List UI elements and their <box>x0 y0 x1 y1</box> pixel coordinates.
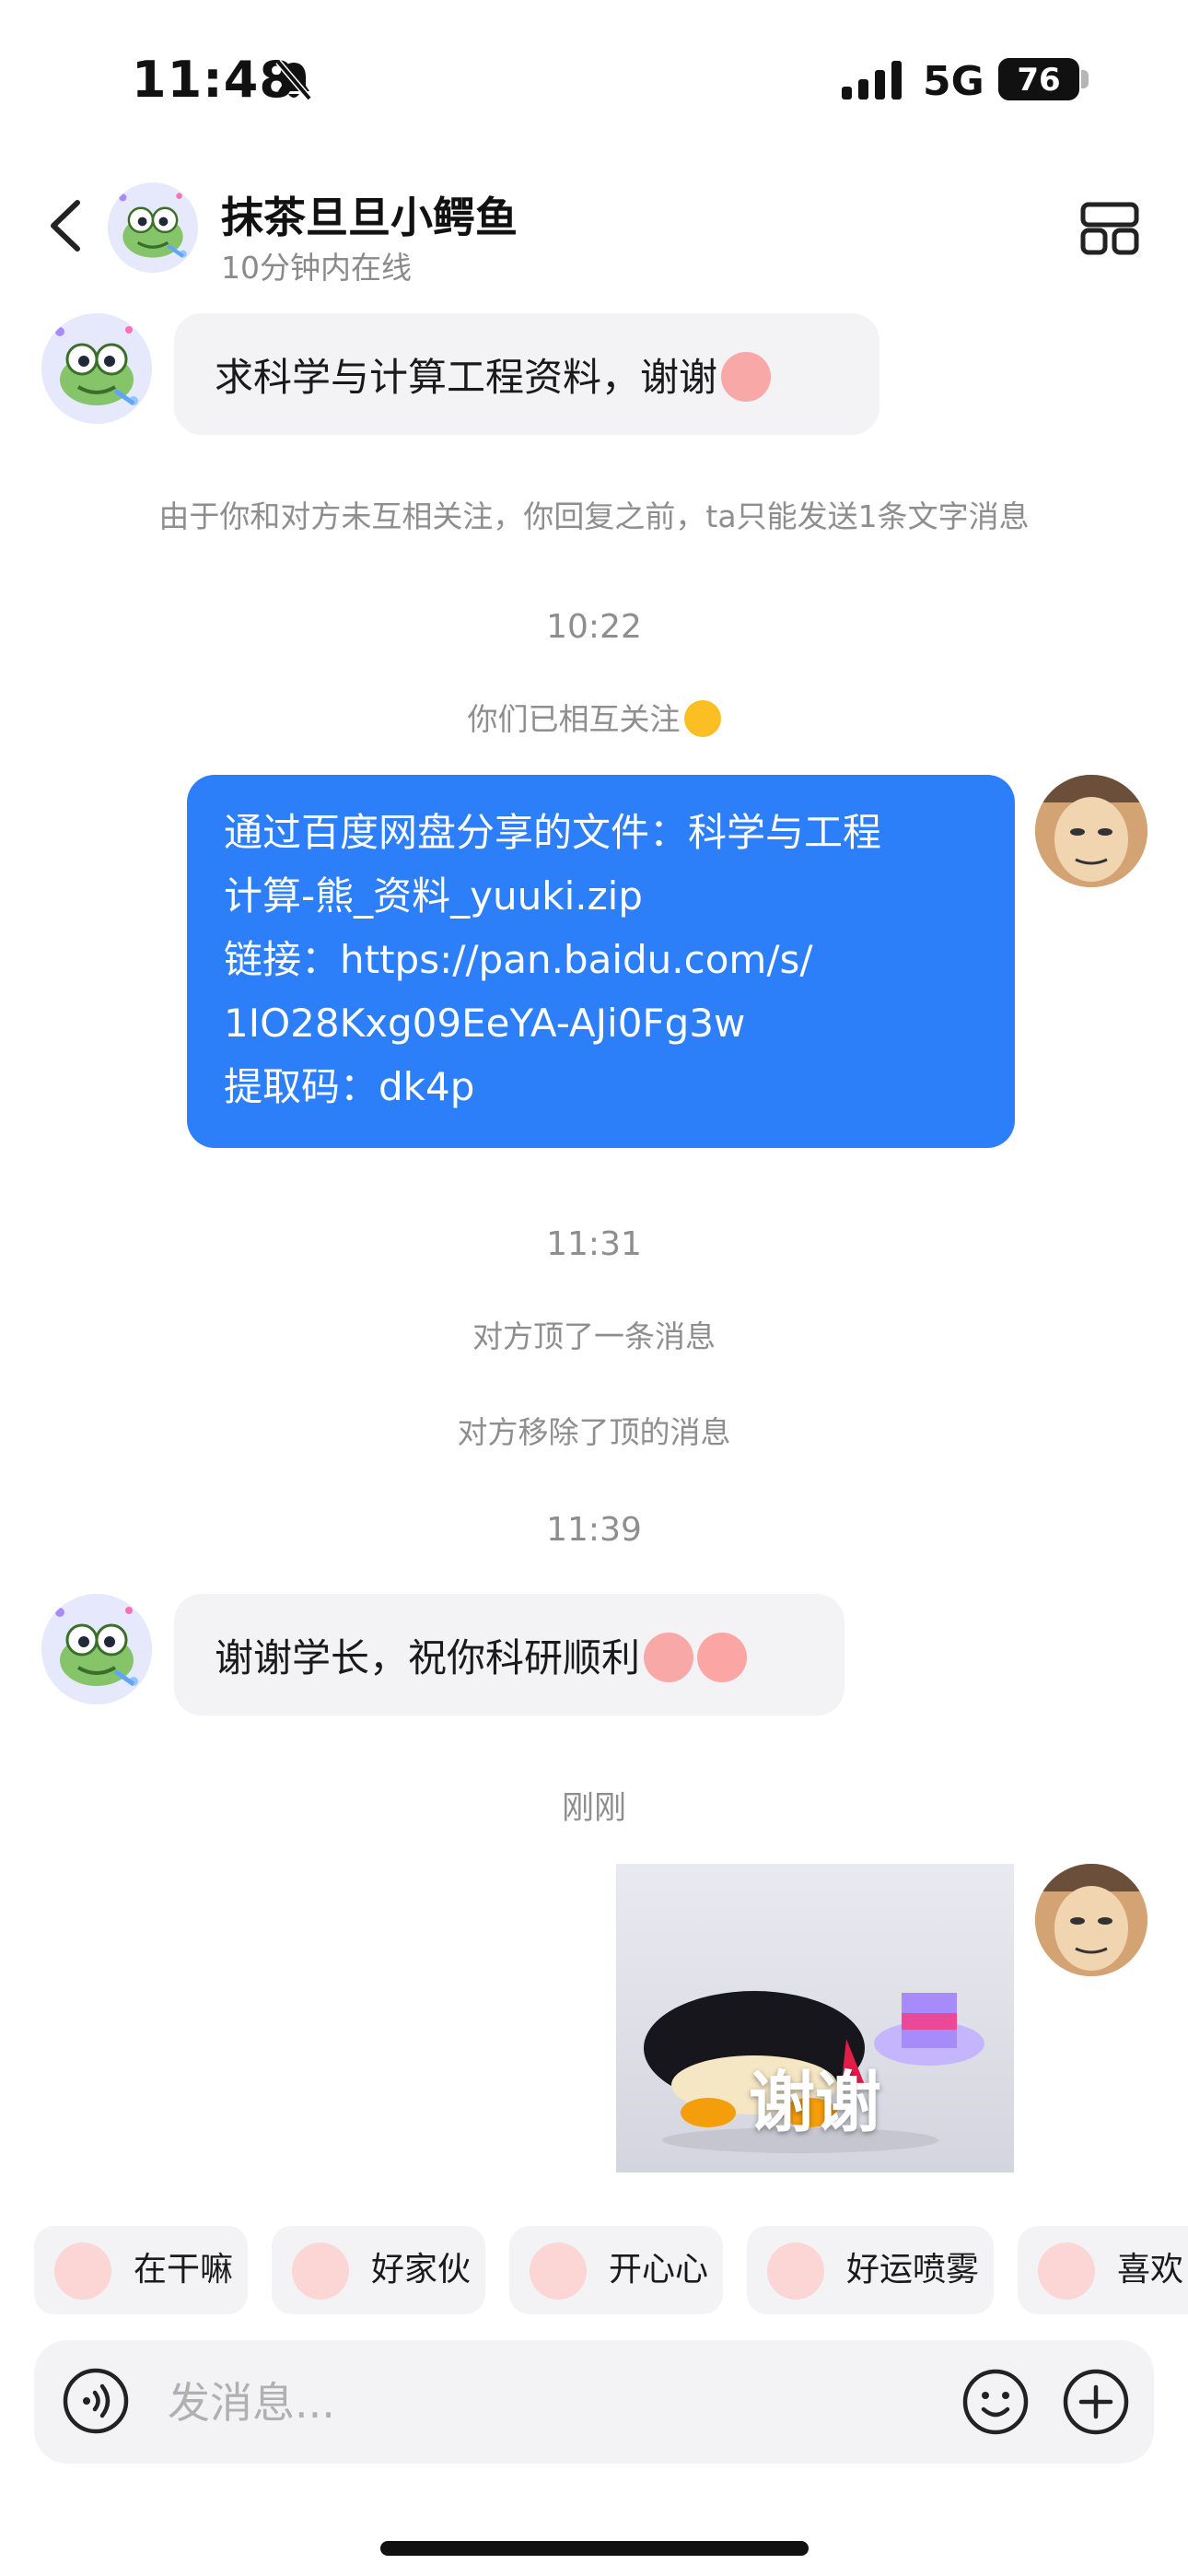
quick-reply-chip[interactable]: 喜欢 <box>1018 2226 1188 2314</box>
sticker-emoji-icon <box>54 2242 111 2300</box>
back-button[interactable] <box>37 193 92 258</box>
message-timestamp: 10:22 <box>546 608 642 646</box>
message-timestamp: 11:39 <box>546 1511 642 1549</box>
quick-reply-label: 喜欢 <box>1117 2251 1184 2289</box>
message-bubble-outgoing[interactable]: 通过百度网盘分享的文件：科学与工程 计算-熊_资料_yuuki.zip 链接：h… <box>187 775 1015 1148</box>
quick-reply-label: 在干嘛 <box>134 2251 234 2289</box>
share-text-line: 计算-熊_资料_yuuki.zip <box>224 873 643 919</box>
quick-reply-label: 开心心 <box>609 2251 709 2289</box>
battery-cap <box>1081 70 1089 88</box>
message-bubble-incoming[interactable]: 求科学与计算工程资料，谢谢 <box>174 313 879 435</box>
sticker-emoji-icon <box>721 352 772 402</box>
sticker-emoji-icon <box>530 2242 587 2300</box>
network-type: 5G <box>923 58 984 105</box>
message-timestamp: 刚刚 <box>561 1790 626 1827</box>
message-text: 谢谢学长，祝你科研顺利 <box>215 1635 641 1680</box>
battery-icon: 76 <box>998 58 1079 100</box>
status-time: 11:48 <box>132 51 295 109</box>
system-notice: 你们已相互关注 <box>0 695 1188 739</box>
home-indicator[interactable] <box>380 2541 809 2556</box>
contact-name[interactable]: 抹茶旦旦小鳄鱼 <box>221 184 518 245</box>
add-icon[interactable] <box>1061 2367 1131 2437</box>
voice-icon[interactable] <box>62 2367 130 2435</box>
share-link-line[interactable]: 链接：https://pan.baidu.com/s/ <box>224 928 978 991</box>
quick-reply-chip[interactable]: 在干嘛 <box>34 2226 248 2314</box>
my-avatar[interactable] <box>1035 1864 1147 1976</box>
emoji-icon[interactable] <box>961 2367 1031 2437</box>
layout-menu-icon[interactable] <box>1079 201 1140 256</box>
quick-reply-chip[interactable]: 好运喷雾 <box>747 2226 994 2314</box>
bell-muted-icon <box>275 59 312 101</box>
message-timestamp: 11:31 <box>546 1225 642 1263</box>
sticker-emoji-icon <box>767 2242 824 2300</box>
quick-reply-label: 好家伙 <box>371 2251 472 2289</box>
quick-reply-label: 好运喷雾 <box>846 2251 980 2289</box>
contact-online-status: 10分钟内在线 <box>221 250 412 286</box>
message-input[interactable] <box>168 2377 923 2429</box>
share-text-line: 通过百度网盘分享的文件：科学与工程 <box>224 810 882 855</box>
sender-avatar[interactable] <box>41 1594 152 1704</box>
sender-avatar[interactable] <box>41 313 152 424</box>
my-avatar[interactable] <box>1035 775 1147 887</box>
sticker-emoji-icon <box>644 1633 694 1682</box>
sticker-image[interactable]: 谢谢 <box>616 1864 1014 2172</box>
system-notice: 由于你和对方未互相关注，你回复之前，ta只能发送1条文字消息 <box>158 498 1030 534</box>
system-notice: 对方移除了顶的消息 <box>457 1414 731 1450</box>
sticker-caption: 谢谢 <box>748 2064 881 2141</box>
sticker-emoji-icon <box>292 2242 349 2300</box>
sticker-emoji-icon <box>1038 2242 1095 2300</box>
system-notice-text: 你们已相互关注 <box>467 701 681 737</box>
quick-reply-chip[interactable]: 开心心 <box>509 2226 723 2314</box>
signal-icon <box>842 61 902 100</box>
quick-reply-chip[interactable]: 好家伙 <box>272 2226 485 2314</box>
contact-avatar[interactable] <box>108 182 198 273</box>
wink-emoji-icon <box>683 700 721 737</box>
extract-code-line: 提取码：dk4p <box>224 1064 475 1109</box>
message-text: 求科学与计算工程资料，谢谢 <box>215 355 718 400</box>
system-notice: 对方顶了一条消息 <box>472 1318 716 1354</box>
message-bubble-incoming[interactable]: 谢谢学长，祝你科研顺利 <box>174 1594 844 1715</box>
battery-percent: 76 <box>1017 62 1061 99</box>
share-link-line[interactable]: 1IO28Kxg09EeYA-AJi0Fg3w <box>224 991 978 1055</box>
sticker-emoji-icon <box>697 1633 748 1682</box>
